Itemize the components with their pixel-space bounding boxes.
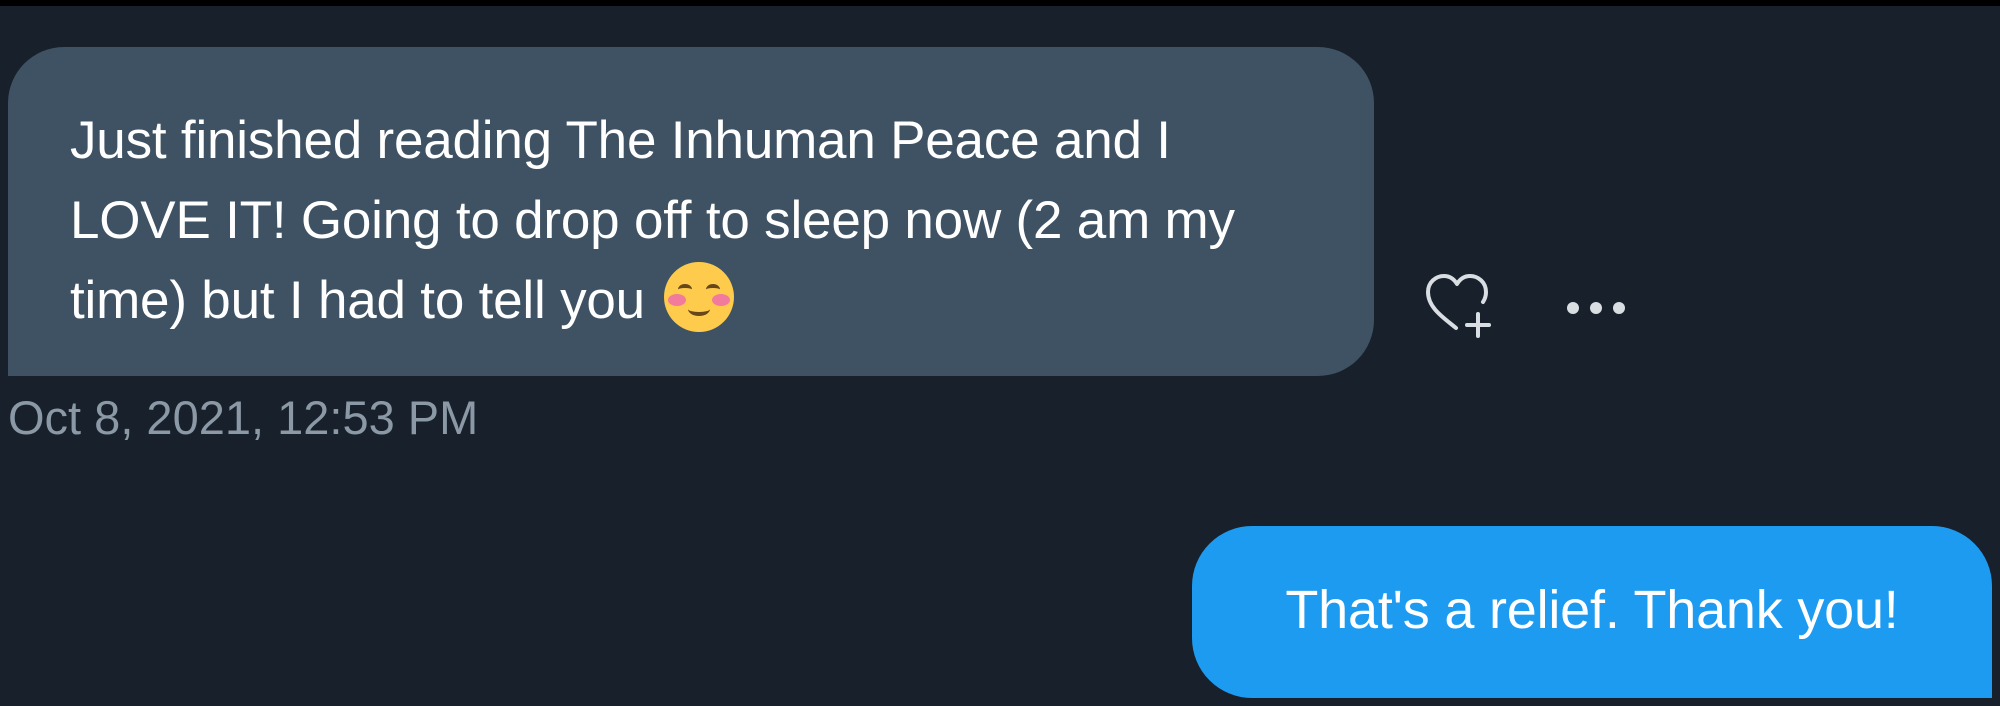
heart-plus-icon bbox=[1426, 274, 1491, 338]
blushing-smile-emoji-icon bbox=[663, 262, 734, 332]
received-message-bubble[interactable]: Just finished reading The Inhuman Peace … bbox=[8, 47, 1374, 376]
react-button[interactable] bbox=[1420, 270, 1500, 342]
sent-message-bubble[interactable]: That's a relief. Thank you! bbox=[1192, 526, 1992, 698]
more-options-button[interactable] bbox=[1556, 280, 1636, 336]
received-message-body: Just finished reading The Inhuman Peace … bbox=[70, 111, 1235, 330]
message-timestamp: Oct 8, 2021, 12:53 PM bbox=[8, 391, 479, 444]
received-message-text: Just finished reading The Inhuman Peace … bbox=[70, 101, 1314, 341]
sent-message-text: That's a relief. Thank you! bbox=[1285, 580, 1899, 640]
more-horizontal-icon bbox=[1567, 302, 1625, 314]
top-edge-strip bbox=[0, 0, 2000, 6]
